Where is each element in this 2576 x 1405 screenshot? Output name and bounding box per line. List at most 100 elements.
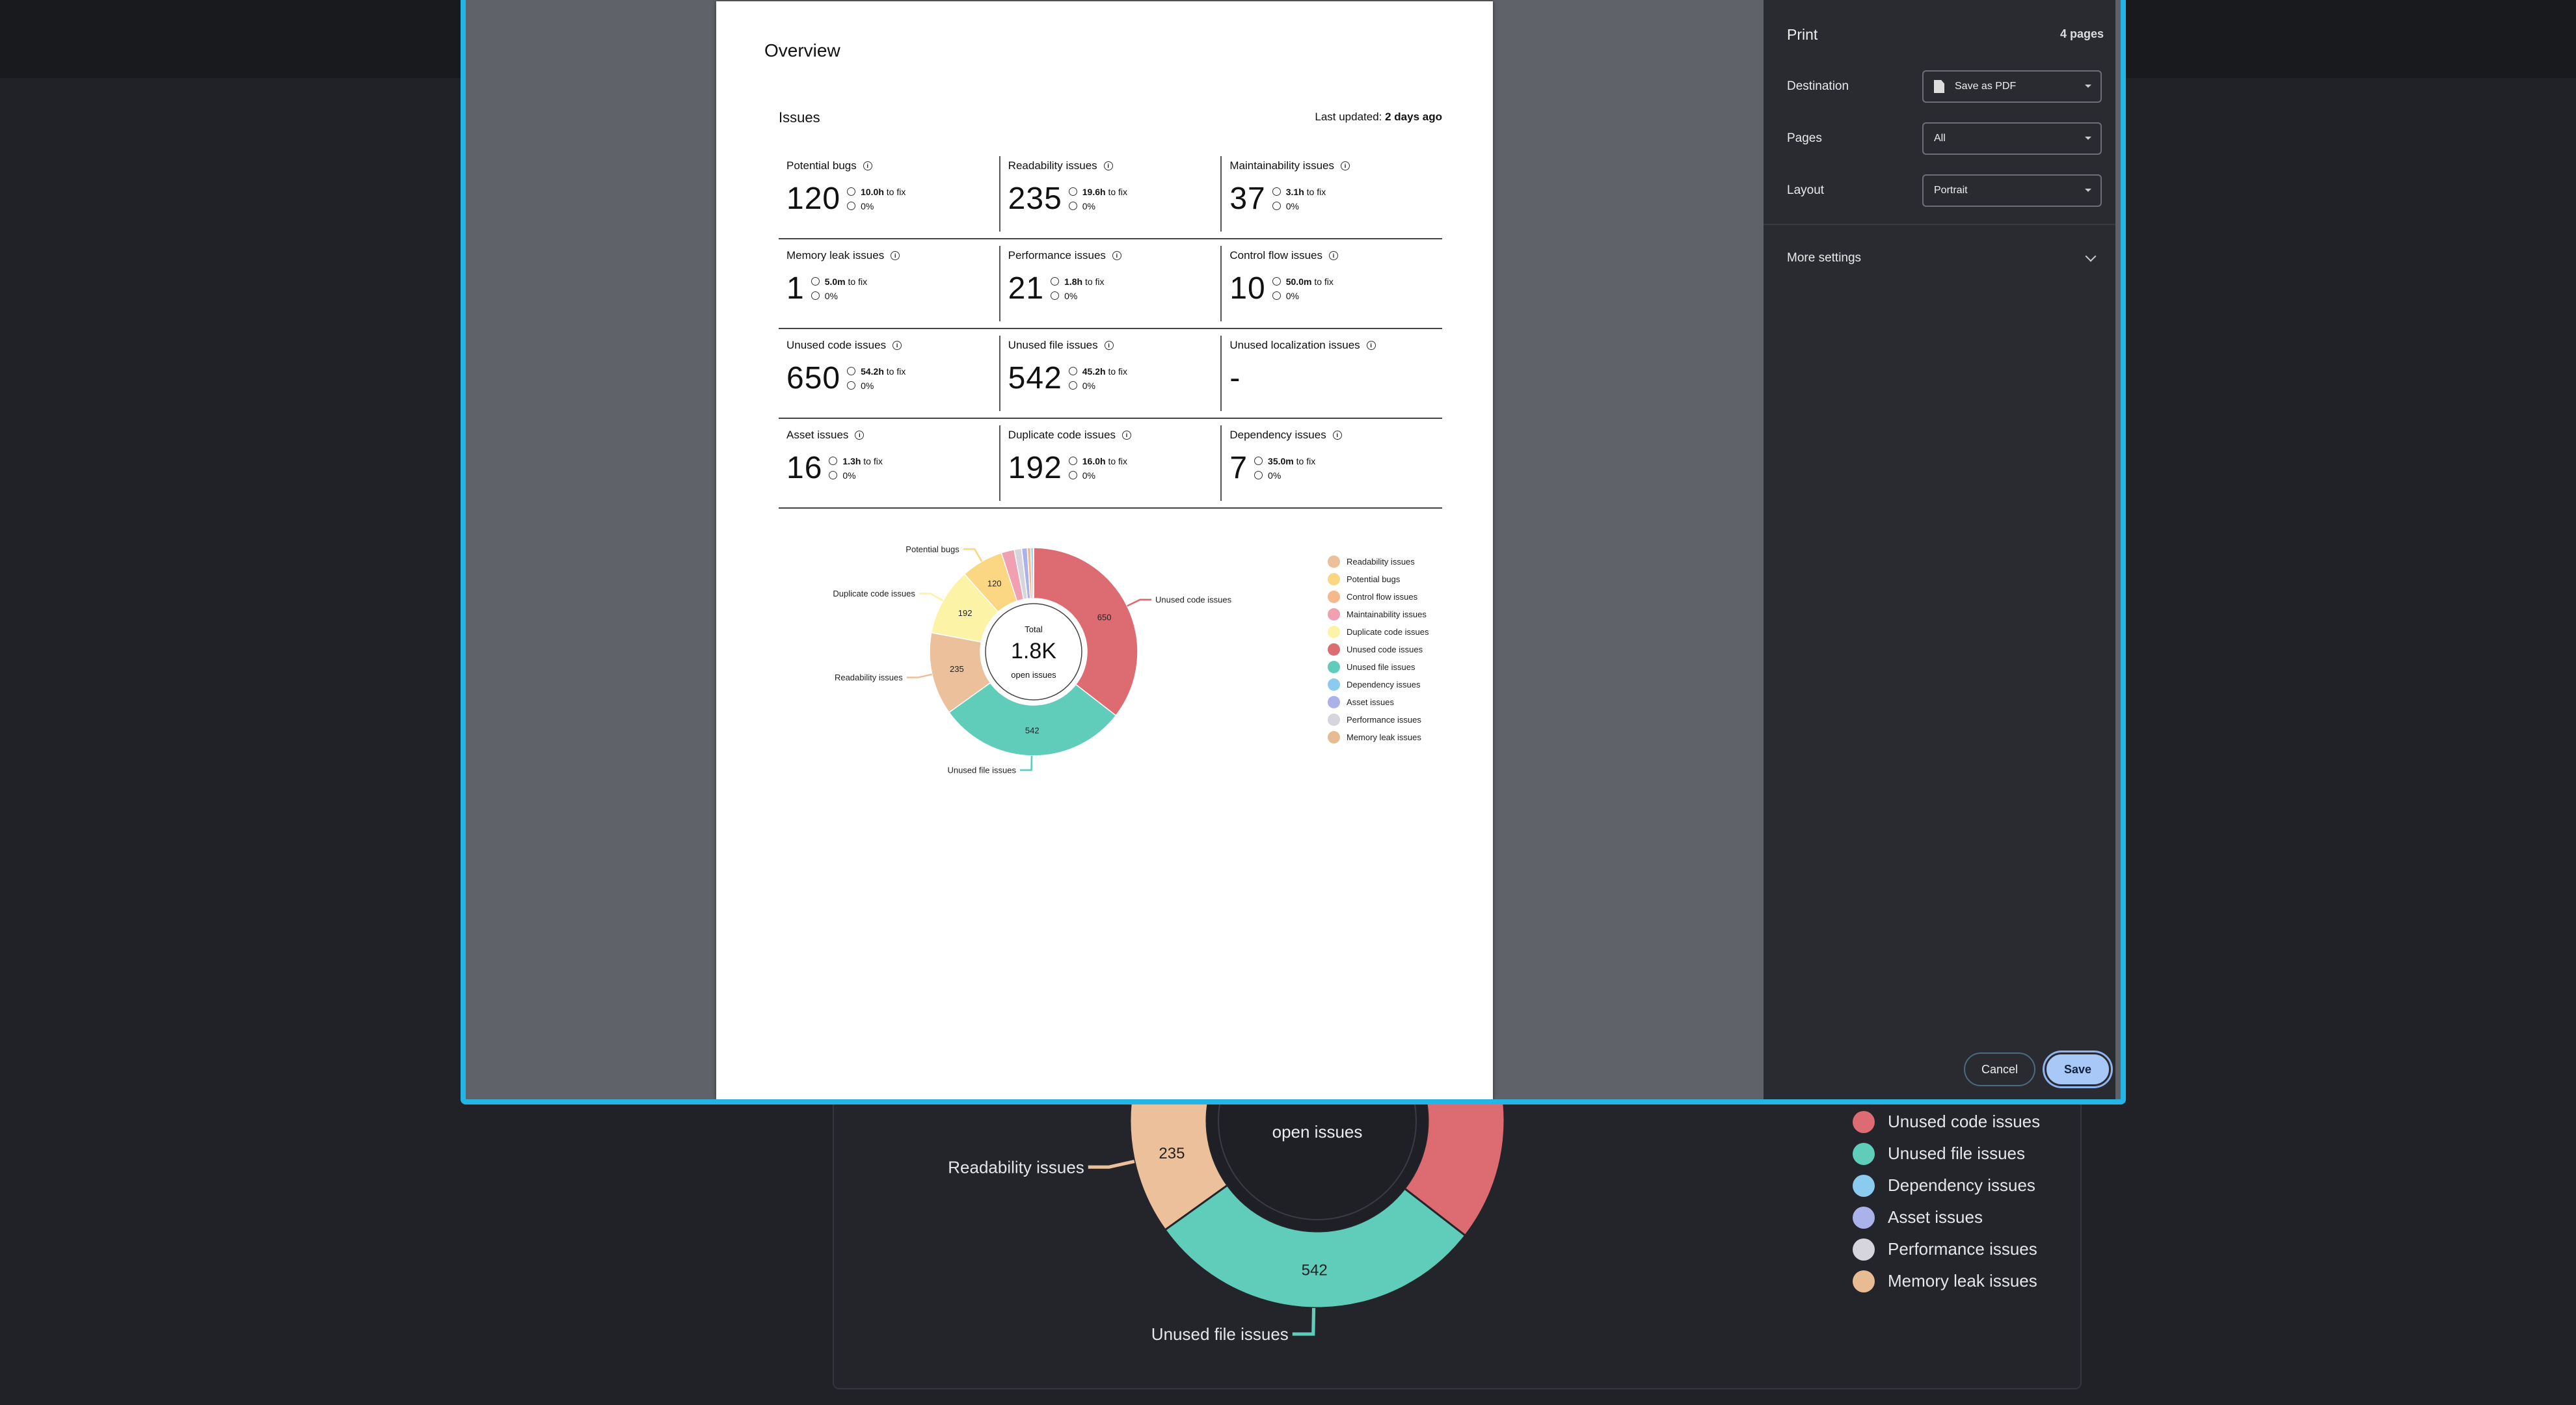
trend: 0%	[1068, 468, 1127, 483]
metric-card: Unused localization issues i -	[1220, 336, 1442, 411]
legend-swatch	[1328, 731, 1340, 743]
trend-icon	[1068, 381, 1077, 390]
fix-time: 45.2h to fix	[1068, 364, 1127, 379]
legend-item[interactable]: Memory leak issues	[1328, 729, 1429, 746]
save-button[interactable]: Save	[2045, 1052, 2111, 1086]
metric-details: 16.0h to fix 0%	[1068, 454, 1127, 483]
slice-unused-code-issues[interactable]	[1033, 547, 1138, 717]
destination-select[interactable]: Save as PDF	[1922, 70, 2102, 103]
legend-item[interactable]: Duplicate code issues	[1328, 623, 1429, 641]
metric-title-text: Unused localization issues	[1229, 339, 1360, 351]
metric-details: 54.2h to fix 0%	[847, 364, 906, 393]
layout-select[interactable]: Portrait	[1922, 174, 2102, 207]
trend-value: 0%	[1082, 380, 1095, 391]
metric-value: 650	[786, 361, 841, 395]
legend-item[interactable]: Performance issues	[1328, 711, 1429, 729]
metric-body: 235 19.6h to fix 0%	[1008, 181, 1221, 217]
legend-label: Dependency issues	[1888, 1175, 2035, 1195]
info-icon[interactable]: i	[1103, 161, 1113, 170]
fix-time-suffix: to fix	[886, 186, 906, 197]
trend-value: 0%	[861, 200, 874, 211]
caret-down-icon	[2085, 137, 2091, 140]
clock-icon	[811, 276, 820, 286]
legend-item[interactable]: Readability issues	[1328, 553, 1429, 570]
metric-value: 120	[786, 181, 841, 216]
more-settings-toggle[interactable]: More settings	[1787, 251, 1861, 265]
legend-swatch	[1328, 591, 1340, 603]
donut-center-text: open issues	[1011, 670, 1056, 680]
info-icon[interactable]: i	[892, 341, 902, 350]
metric-value: -	[1229, 361, 1241, 395]
trend-icon	[1068, 470, 1077, 479]
clock-icon	[847, 187, 856, 196]
info-icon[interactable]: i	[863, 161, 872, 170]
metric-title: Unused file issues i	[1008, 336, 1221, 355]
legend-item[interactable]: Potential bugs	[1328, 570, 1429, 588]
trend-icon	[1272, 201, 1281, 210]
fix-time-suffix: to fix	[1108, 186, 1128, 197]
fix-time: 1.8h to fix	[1051, 274, 1105, 289]
slice-memory-leak-issues[interactable]	[1032, 547, 1034, 599]
fix-time-value: 54.2h	[861, 366, 884, 377]
metrics-row: Asset issues i 16 1.3h to fix 0% Duplicate co…	[779, 420, 1442, 509]
legend-item[interactable]: Control flow issues	[1328, 588, 1429, 606]
legend-item[interactable]: Asset issues	[1328, 693, 1429, 711]
legend-item[interactable]: Maintainability issues	[1328, 606, 1429, 623]
info-icon[interactable]: i	[1112, 251, 1121, 260]
legend-item[interactable]: Unused file issues	[1328, 658, 1429, 676]
legend-item[interactable]: Unused code issues	[1328, 641, 1429, 658]
donut-center-text: Total	[1025, 624, 1043, 634]
trend-value: 0%	[1082, 200, 1095, 211]
pages-select[interactable]: All	[1922, 122, 2102, 155]
metric-details: 1.8h to fix 0%	[1051, 274, 1105, 303]
legend-label: Memory leak issues	[1347, 732, 1421, 742]
trend-icon	[829, 470, 838, 479]
pages-value: All	[1934, 133, 1946, 144]
fix-time: 16.0h to fix	[1068, 454, 1127, 468]
trend: 0%	[1254, 468, 1315, 483]
info-icon[interactable]: i	[1332, 431, 1342, 440]
metric-title: Potential bugs i	[786, 156, 999, 176]
print-preview-area[interactable]: Overview Issues Last updated: 2 days ago…	[466, 0, 1764, 1099]
info-icon[interactable]: i	[1104, 341, 1114, 350]
legend-swatch	[1328, 714, 1340, 726]
print-dialog: Overview Issues Last updated: 2 days ago…	[461, 0, 2126, 1104]
callout-label: Duplicate code issues	[833, 589, 915, 598]
info-icon[interactable]: i	[891, 251, 900, 260]
clock-icon	[1254, 456, 1263, 465]
destination-value: Save as PDF	[1955, 81, 2017, 92]
info-icon[interactable]: i	[1340, 161, 1350, 170]
trend-icon	[1254, 470, 1263, 479]
last-updated: Last updated: 2 days ago	[1315, 111, 1442, 124]
info-icon[interactable]: i	[1366, 341, 1376, 350]
info-icon[interactable]: i	[855, 431, 865, 440]
metric-title: Asset issues i	[786, 425, 999, 445]
fix-time-value: 35.0m	[1268, 455, 1294, 466]
print-settings-panel: Print 4 pages Destination Save as PDF Pa…	[1764, 0, 2115, 1099]
donut-center-text: 1.8K	[1011, 639, 1056, 663]
metric-card: Performance issues i 21 1.8h to fix 0%	[999, 246, 1221, 321]
callout-label: Readability issues	[948, 1157, 1084, 1177]
fix-time: 19.6h to fix	[1068, 185, 1128, 199]
info-icon[interactable]: i	[1329, 251, 1339, 260]
cancel-button[interactable]: Cancel	[1964, 1052, 2035, 1086]
legend-label: Readability issues	[1347, 557, 1415, 567]
fix-time-suffix: to fix	[1084, 276, 1105, 287]
legend-swatch	[1853, 1142, 1875, 1165]
chevron-down-icon[interactable]	[2085, 250, 2097, 262]
chart-legend: Readability issues Potential bugs Control …	[1328, 553, 1429, 746]
metric-title-text: Potential bugs	[786, 159, 857, 172]
metric-card: Duplicate code issues i 192 16.0h to fix 0%	[999, 425, 1221, 501]
legend-label: Unused code issues	[1347, 645, 1423, 654]
legend-item[interactable]: Dependency issues	[1328, 676, 1429, 693]
info-icon[interactable]: i	[1122, 431, 1132, 440]
metric-title-text: Readability issues	[1008, 159, 1097, 172]
trend: 0%	[847, 379, 906, 393]
callout-line	[1127, 598, 1152, 607]
metric-title-text: Unused code issues	[786, 339, 887, 351]
legend-label: Memory leak issues	[1888, 1271, 2037, 1291]
metric-card: Memory leak issues i 1 5.0m to fix 0%	[779, 241, 999, 328]
destination-label: Destination	[1787, 79, 1849, 93]
trend: 0%	[829, 468, 882, 483]
clock-icon	[1272, 187, 1281, 196]
